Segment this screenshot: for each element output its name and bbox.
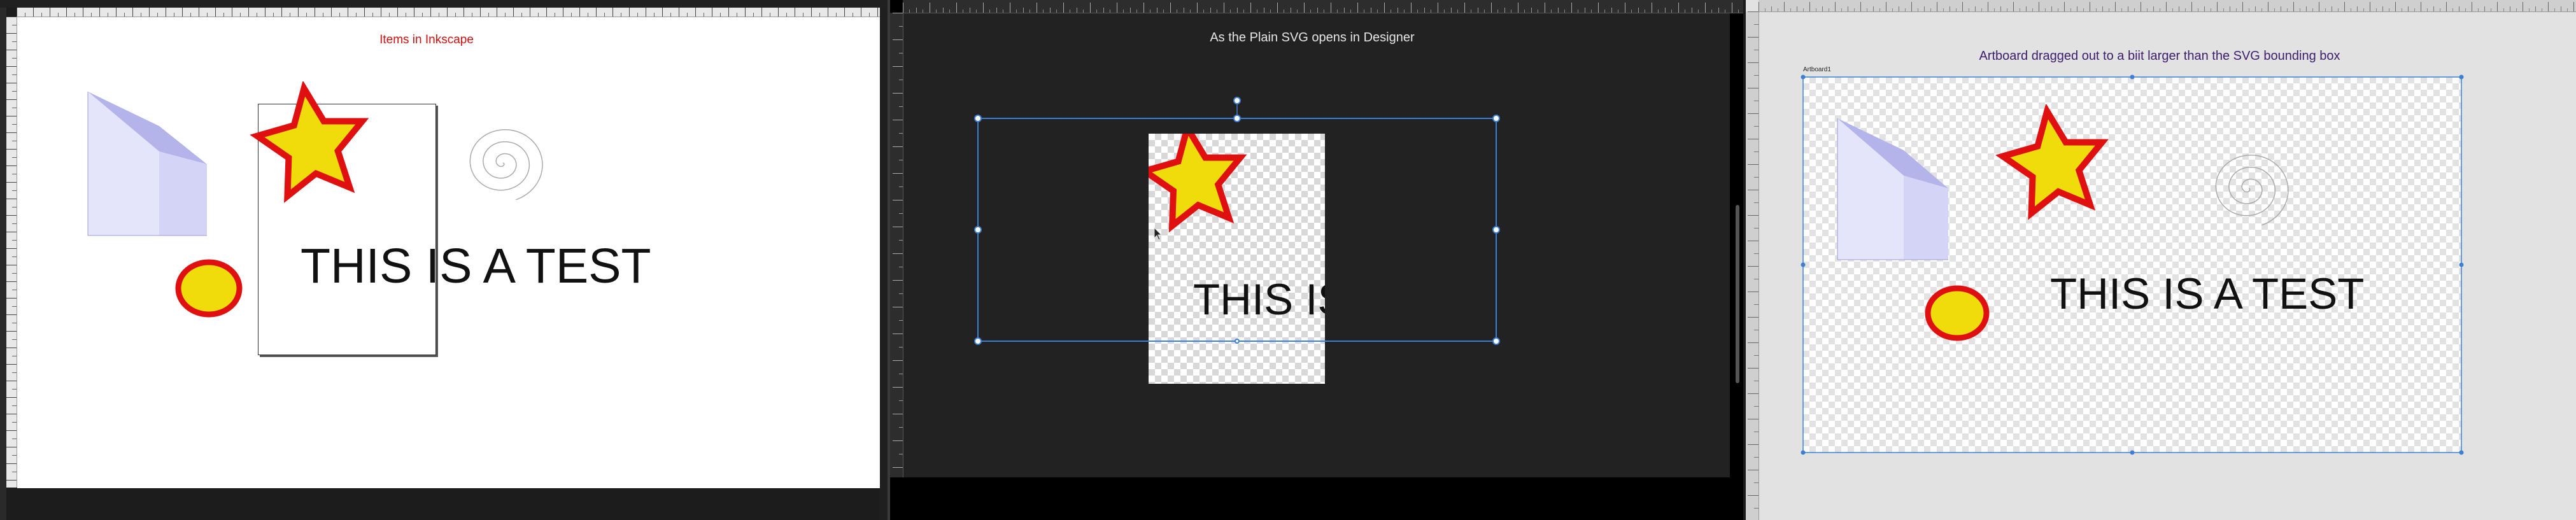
inkscape-tool-strip — [0, 8, 6, 520]
artboard-vertical-ruler[interactable] — [1746, 11, 1759, 520]
artboard-horizontal-ruler[interactable] — [1759, 0, 2576, 12]
designer-caption: As the Plain SVG opens in Designer — [1210, 31, 1415, 45]
artboard-label[interactable]: Artboard1 — [1803, 67, 1831, 73]
test-text[interactable]: THIS IS A TEST — [301, 242, 651, 291]
inkscape-vertical-ruler[interactable] — [6, 17, 17, 488]
designer-panel: As the Plain SVG opens in Designer THIS … — [890, 0, 1743, 520]
designer-vertical-ruler[interactable] — [890, 13, 903, 477]
inkscape-caption: Items in Inkscape — [379, 33, 474, 46]
inkscape-horizontal-ruler[interactable] — [17, 8, 880, 17]
box-shape-icon[interactable] — [83, 88, 210, 241]
inkscape-panel: Items in Inkscape THIS IS A TEST — [0, 0, 888, 520]
spiral-icon[interactable] — [453, 120, 549, 209]
star-icon[interactable] — [242, 81, 382, 221]
designer-selection-box[interactable] — [973, 94, 1501, 350]
designer-scrollbar[interactable] — [1736, 205, 1739, 383]
inkscape-top-strip — [0, 0, 888, 8]
inkscape-scrollbar[interactable] — [880, 8, 888, 520]
mouse-cursor-icon — [1154, 227, 1163, 241]
artboard-caption: Artboard dragged out to a biit larger th… — [1979, 49, 2340, 63]
ellipse-icon[interactable] — [173, 257, 244, 320]
artboard-panel: Artboard dragged out to a biit larger th… — [1746, 0, 2576, 520]
artboard-selection-box[interactable] — [1799, 73, 2465, 456]
designer-horizontal-ruler[interactable] — [903, 0, 1743, 13]
